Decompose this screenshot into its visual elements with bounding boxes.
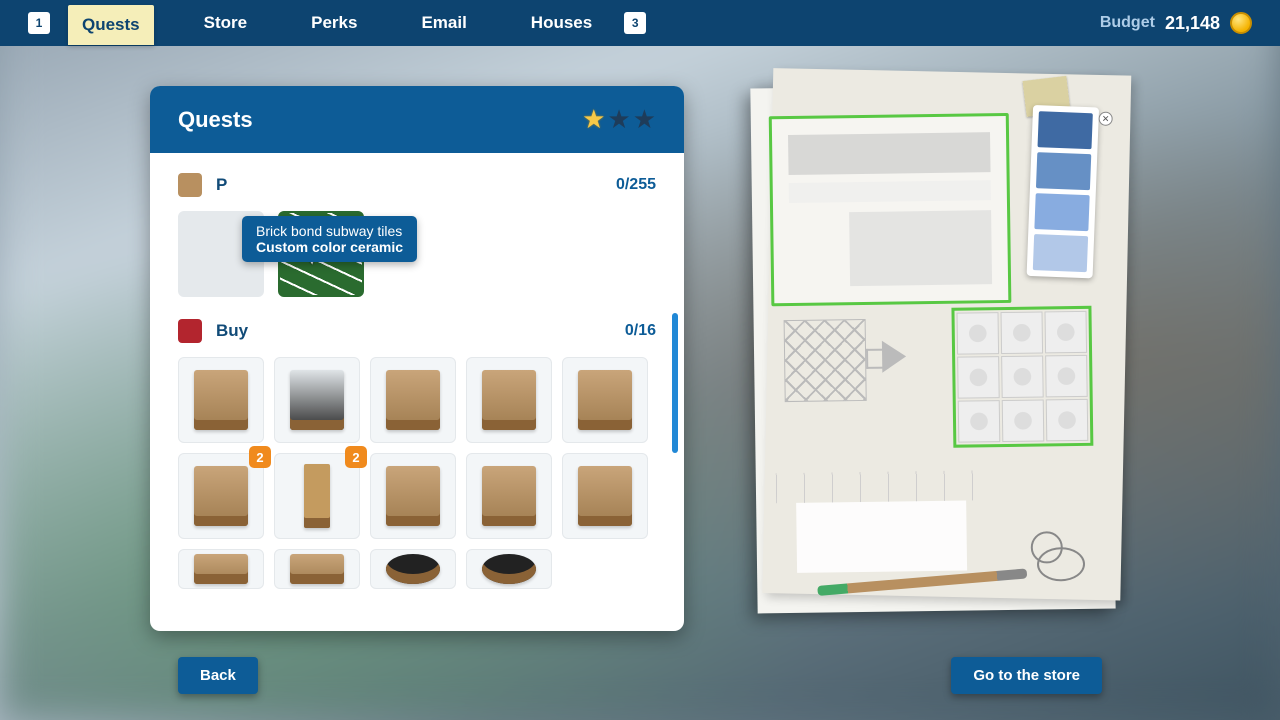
color-swatch[interactable] bbox=[1033, 234, 1088, 272]
budget-value: 21,148 bbox=[1165, 13, 1220, 34]
next-tab-key-hint: 3 bbox=[624, 12, 646, 34]
shopping-cart-icon bbox=[178, 319, 202, 343]
back-button[interactable]: Back bbox=[178, 657, 258, 694]
quest-section-buy: Buy 0/16 2 2 bbox=[178, 319, 656, 589]
scrollbar-thumb[interactable] bbox=[672, 313, 678, 453]
buy-item[interactable] bbox=[178, 357, 264, 443]
quests-panel-header: Quests ★ ★ ★ bbox=[150, 86, 684, 153]
buy-item[interactable] bbox=[466, 453, 552, 539]
tab-row: Quests Store Perks Email Houses bbox=[68, 3, 606, 43]
sketch-tile-after-highlight bbox=[951, 306, 1093, 448]
color-swatch-strip[interactable]: ✕ bbox=[1027, 105, 1100, 278]
star-icon: ★ bbox=[607, 104, 630, 135]
coin-icon bbox=[1230, 12, 1252, 34]
budget-display: Budget 21,148 bbox=[1100, 12, 1252, 34]
buy-item[interactable] bbox=[370, 453, 456, 539]
color-swatch[interactable] bbox=[1036, 152, 1091, 190]
buy-items-grid: 2 2 bbox=[178, 357, 656, 539]
sketch-kitchen-highlight bbox=[769, 113, 1012, 306]
tab-email[interactable]: Email bbox=[407, 3, 480, 43]
buy-item[interactable]: 2 bbox=[274, 453, 360, 539]
section-progress: 0/16 bbox=[625, 322, 656, 340]
buy-item[interactable] bbox=[370, 357, 456, 443]
tooltip-subtitle: Custom color ceramic bbox=[256, 239, 403, 255]
quantity-badge: 2 bbox=[345, 446, 367, 468]
arrow-right-icon bbox=[882, 340, 906, 372]
buy-item[interactable] bbox=[274, 549, 360, 589]
section-label: P bbox=[216, 175, 602, 195]
buy-item[interactable] bbox=[370, 549, 456, 589]
section-progress: 0/255 bbox=[616, 176, 656, 194]
buy-item[interactable] bbox=[562, 357, 648, 443]
close-icon[interactable]: ✕ bbox=[1098, 111, 1113, 126]
buy-items-grid-overflow bbox=[178, 549, 656, 589]
quests-panel: Quests ★ ★ ★ P 0/255 bbox=[150, 86, 684, 631]
reference-design-card: ✕ bbox=[750, 84, 1115, 614]
tab-houses[interactable]: Houses bbox=[517, 3, 606, 43]
buy-item[interactable] bbox=[466, 549, 552, 589]
buy-item[interactable] bbox=[274, 357, 360, 443]
section-label: Buy bbox=[216, 321, 611, 341]
star-icon: ★ bbox=[582, 104, 605, 135]
quantity-badge: 2 bbox=[249, 446, 271, 468]
bottom-button-bar: Back Go to the store bbox=[0, 657, 1280, 694]
budget-label: Budget bbox=[1100, 14, 1155, 32]
prev-tab-key-hint: 1 bbox=[28, 12, 50, 34]
top-navigation-bar: 1 Quests Store Perks Email Houses 3 Budg… bbox=[0, 0, 1280, 46]
difficulty-stars: ★ ★ ★ bbox=[582, 104, 656, 135]
buy-item[interactable] bbox=[178, 549, 264, 589]
tooltip-title: Brick bond subway tiles bbox=[256, 223, 403, 239]
color-swatch[interactable] bbox=[1038, 111, 1093, 149]
paint-roller-icon bbox=[178, 173, 202, 197]
quests-panel-title: Quests bbox=[178, 107, 253, 133]
material-tooltip: Brick bond subway tiles Custom color cer… bbox=[242, 216, 417, 262]
buy-item[interactable]: 2 bbox=[178, 453, 264, 539]
buy-item[interactable] bbox=[562, 453, 648, 539]
tab-perks[interactable]: Perks bbox=[297, 3, 371, 43]
star-icon: ★ bbox=[633, 104, 656, 135]
color-swatch[interactable] bbox=[1034, 193, 1089, 231]
tab-quests[interactable]: Quests bbox=[68, 5, 154, 45]
sketch-rubber-duck bbox=[1031, 531, 1088, 582]
tab-store[interactable]: Store bbox=[190, 3, 261, 43]
go-to-store-button[interactable]: Go to the store bbox=[951, 657, 1102, 694]
buy-item[interactable] bbox=[466, 357, 552, 443]
sketch-tile-before bbox=[784, 319, 867, 402]
